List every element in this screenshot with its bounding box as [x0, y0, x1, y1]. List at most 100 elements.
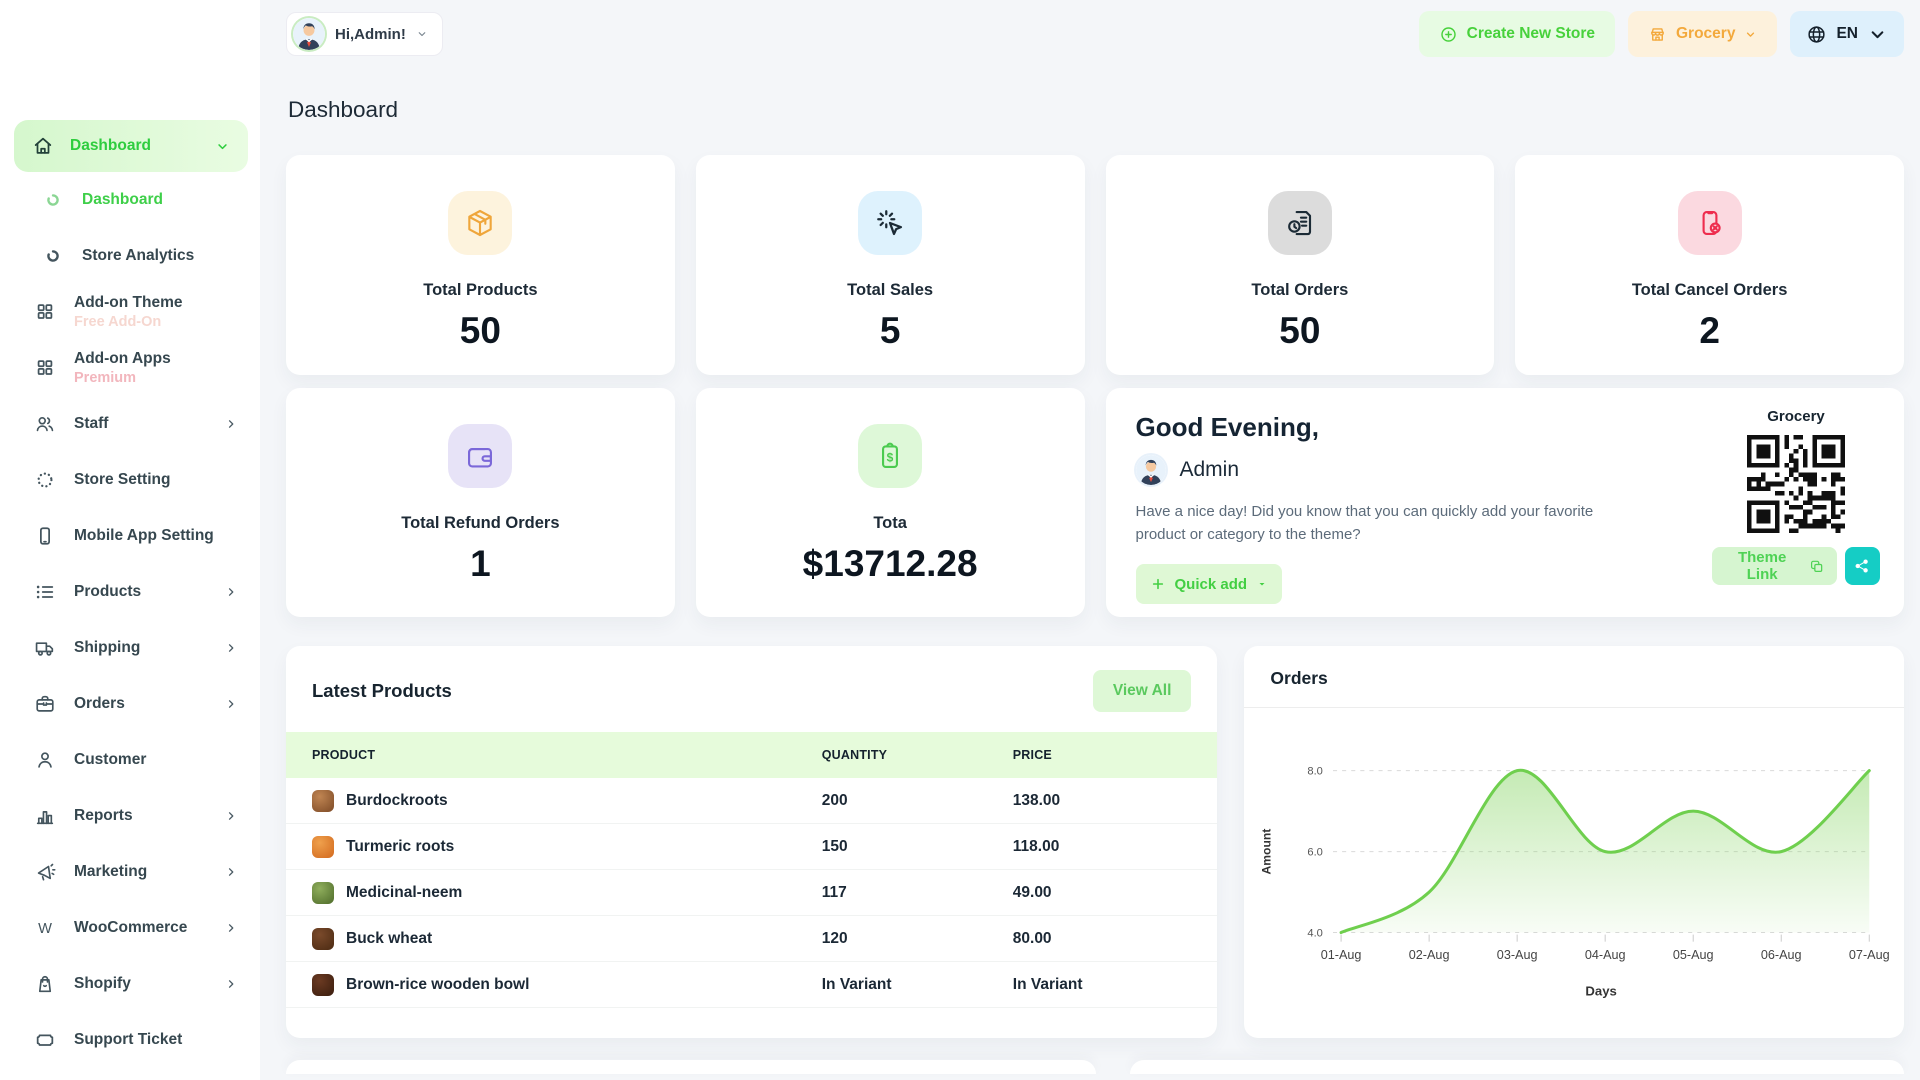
mobile-icon — [34, 525, 56, 547]
greeting-username: Admin — [1179, 458, 1240, 481]
product-price: 118.00 — [1012, 837, 1060, 855]
product-thumbnail — [312, 973, 334, 996]
sidebar: Dashboard Dashboard Store Analytics Add-… — [0, 0, 260, 1080]
sidebar-item-label: Products — [74, 582, 142, 600]
store-icon — [1648, 25, 1667, 44]
language-selector-button[interactable]: EN — [1790, 11, 1904, 57]
sidebar-item-products[interactable]: Products — [14, 564, 248, 620]
column-quantity: QUANTITY — [821, 748, 888, 762]
product-quantity: 150 — [821, 837, 848, 855]
sidebar-item-staff[interactable]: Staff — [14, 396, 248, 452]
bar-chart-icon — [34, 805, 56, 827]
sidebar-item-sublabel: Premium — [74, 370, 137, 387]
chevron-down-icon — [1744, 28, 1757, 41]
sidebar-item-shipping[interactable]: Shipping — [14, 620, 248, 676]
next-row-cards — [286, 1060, 1904, 1074]
lower-section: Latest Products View All PRODUCT QUANTIT… — [286, 646, 1904, 1038]
product-name: Turmeric roots — [346, 837, 455, 855]
main-content: Hi,Admin! Create New Store Grocery EN Da… — [260, 0, 1920, 1080]
stat-icon-box — [1677, 191, 1742, 255]
sidebar-item-label: Shipping — [74, 638, 141, 656]
stat-label: Total Orders — [1251, 281, 1349, 299]
stat-icon-box: $ — [858, 424, 923, 488]
sidebar-item-store-setting[interactable]: Store Setting — [14, 452, 248, 508]
product-thumbnail — [312, 789, 334, 812]
sidebar-item-shopify[interactable]: Shopify — [14, 956, 248, 1012]
view-all-button[interactable]: View All — [1092, 670, 1192, 712]
sidebar-item-label: Customer — [74, 750, 147, 768]
column-product: PRODUCT — [312, 748, 376, 762]
user-icon — [34, 749, 56, 771]
copy-icon — [1809, 558, 1825, 575]
sidebar-item-orders[interactable]: Orders — [14, 676, 248, 732]
table-row[interactable]: Buck wheat 120 80.00 — [286, 916, 1218, 962]
stat-card-total-sales: Total Sales 5 — [695, 155, 1085, 375]
sidebar-item-customer[interactable]: Customer — [14, 732, 248, 788]
sidebar-section-dashboard[interactable]: Dashboard — [14, 120, 248, 172]
sidebar-item-sublabel: Free Add-On — [74, 314, 162, 331]
sidebar-item-woocommerce[interactable]: W WooCommerce — [14, 900, 248, 956]
svg-text:Days: Days — [1586, 983, 1617, 998]
table-row[interactable]: Turmeric roots 150 118.00 — [286, 824, 1218, 870]
product-quantity: 200 — [821, 791, 848, 809]
create-new-store-button[interactable]: Create New Store — [1418, 11, 1615, 57]
stat-value: 50 — [1279, 310, 1321, 351]
partial-card-right — [1130, 1060, 1904, 1074]
svg-text:03-Aug: 03-Aug — [1497, 948, 1538, 962]
products-table-body: Burdockroots 200 138.00 Turmeric roots 1… — [286, 778, 1218, 1008]
stat-value: 2 — [1699, 310, 1720, 351]
share-button[interactable] — [1844, 547, 1880, 585]
sidebar-item-label: Support Ticket — [74, 1030, 183, 1048]
sidebar-item-label: Dashboard — [82, 190, 163, 208]
table-row[interactable]: Brown-rice wooden bowl In Variant In Var… — [286, 962, 1218, 1008]
table-row[interactable]: Medicinal-neem 117 49.00 — [286, 870, 1218, 916]
stat-card-tota: $ Tota $13712.28 — [695, 388, 1085, 617]
stat-card-total-products: Total Products 50 — [286, 155, 675, 375]
theme-qr-block: Grocery Theme Link — [1712, 408, 1880, 585]
sidebar-item-add-on-apps[interactable]: Add-on Apps Premium — [14, 340, 248, 396]
product-quantity: 120 — [821, 929, 848, 947]
stat-icon-box — [448, 191, 513, 255]
theme-link-copy-button[interactable]: Theme Link — [1712, 547, 1837, 585]
orders-chart-title: Orders — [1244, 646, 1904, 708]
svg-text:07-Aug: 07-Aug — [1849, 948, 1890, 962]
sidebar-item-reports[interactable]: Reports — [14, 788, 248, 844]
sidebar-item-store-analytics[interactable]: Store Analytics — [14, 228, 248, 284]
sidebar-item-marketing[interactable]: Marketing — [14, 844, 248, 900]
quick-add-button[interactable]: Quick add — [1135, 564, 1283, 604]
circle-arc-icon — [42, 189, 64, 211]
sidebar-item-label: Orders — [74, 694, 125, 712]
user-menu-chip[interactable]: Hi,Admin! — [286, 12, 443, 56]
plus-icon — [1150, 576, 1166, 592]
sidebar-item-support-ticket[interactable]: Support Ticket — [14, 1012, 248, 1068]
sidebar-item-label: WooCommerce — [74, 918, 188, 936]
admin-avatar — [1135, 455, 1166, 485]
latest-products-header: Latest Products View All — [286, 646, 1217, 732]
ticket-icon — [34, 1029, 56, 1051]
table-row[interactable]: Burdockroots 200 138.00 — [286, 778, 1218, 824]
product-thumbnail — [312, 881, 334, 904]
sidebar-item-dashboard[interactable]: Dashboard — [14, 172, 248, 228]
stat-card-total-refund-orders: Total Refund Orders 1 — [286, 388, 675, 617]
shopify-bag-icon — [34, 973, 56, 995]
stat-value: 50 — [459, 310, 501, 351]
greeting-card: Good Evening, Admin Have a nice day! Did… — [1105, 388, 1904, 617]
qr-code — [1747, 435, 1845, 533]
latest-products-title: Latest Products — [312, 680, 452, 701]
quick-add-label: Quick add — [1174, 575, 1248, 593]
users-icon — [34, 413, 56, 435]
chevron-down-icon — [416, 28, 428, 40]
svg-text:04-Aug: 04-Aug — [1585, 948, 1626, 962]
phone-cancel-icon — [1694, 207, 1726, 239]
user-greeting-label: Hi,Admin! — [335, 25, 406, 43]
product-name: Medicinal-neem — [346, 883, 463, 901]
sidebar-item-mobile-app-setting[interactable]: Mobile App Setting — [14, 508, 248, 564]
svg-text:6.0: 6.0 — [1308, 847, 1323, 859]
caret-down-icon — [1256, 578, 1268, 590]
store-selector-button[interactable]: Grocery — [1628, 11, 1778, 57]
sidebar-item-add-on-theme[interactable]: Add-on Theme Free Add-On — [14, 284, 248, 340]
sidebar-item-label: Add-on Theme — [74, 293, 183, 311]
order-document-icon — [1284, 207, 1316, 239]
sidebar-item-label: Store Analytics — [82, 246, 195, 264]
chevron-right-icon — [224, 865, 238, 879]
